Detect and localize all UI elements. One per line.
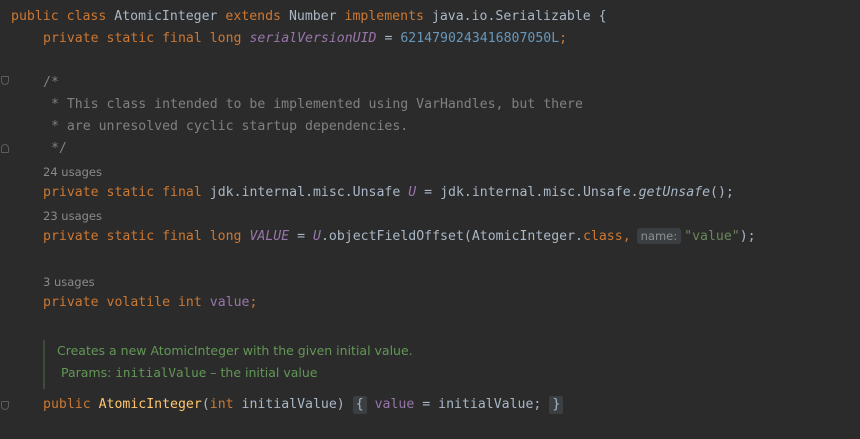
equals-sign: = [384, 31, 393, 46]
rendered-javadoc[interactable]: Creates a new AtomicInteger with the giv… [43, 340, 413, 389]
semicolon: ; [559, 31, 568, 46]
value-field: value [209, 295, 250, 310]
folded-close-brace[interactable]: } [549, 396, 564, 414]
comment-line-1: /* [43, 75, 59, 90]
fold-comment-start-icon[interactable] [1, 76, 9, 85]
keyword-public: public [11, 9, 59, 24]
keyword-class: class [66, 9, 107, 24]
param-name: initialValue) [233, 397, 345, 412]
fold-method-icon[interactable] [1, 401, 9, 410]
constructor-line: public AtomicInteger(int initialValue) {… [43, 396, 564, 414]
equals-sign: = [297, 229, 306, 244]
value-field-ref: value [374, 397, 415, 412]
assignment: = initialValue; [414, 397, 542, 412]
call-end: (); [710, 185, 734, 200]
keyword-public: public [43, 397, 91, 412]
unsafe-field-line: private static final jdk.internal.misc.U… [43, 184, 734, 202]
editor-gutter [0, 0, 12, 439]
constructor-name: AtomicInteger [98, 397, 202, 412]
javadoc-param-name: initialValue [115, 365, 207, 380]
comment-line-3: * are unresolved cyclic startup dependen… [43, 119, 409, 134]
unsafe-class-ref: jdk.internal.misc.Unsafe. [440, 185, 639, 200]
serial-version-line: private static final long serialVersionU… [43, 30, 567, 48]
comment-line-2: * This class intended to be implemented … [43, 97, 583, 112]
class-declaration-line: public class AtomicInteger extends Numbe… [11, 8, 607, 26]
serial-version-value: 6214790243416807050L [400, 31, 560, 46]
interface-name: java.io.Serializable [431, 9, 591, 24]
param-type: int [209, 397, 234, 412]
usages-hint-unsafe[interactable]: 24 usages [43, 164, 102, 180]
keyword-extends: extends [225, 9, 281, 24]
fold-comment-end-icon[interactable] [1, 144, 9, 153]
unsafe-type: jdk.internal.misc.Unsafe [209, 185, 401, 200]
value-offset-line: private static final long VALUE = U.obje… [43, 228, 756, 246]
value-field-line: private volatile int value; [43, 294, 257, 312]
modifiers: private static final [43, 185, 202, 200]
javadoc-params: Params: initialValue – the initial value [57, 362, 413, 384]
usages-hint-value-offset[interactable]: 23 usages [43, 208, 102, 224]
get-unsafe-method: getUnsafe [638, 185, 711, 200]
serial-version-uid-field: serialVersionUID [249, 31, 377, 46]
string-literal: "value" [684, 229, 740, 244]
object-field-offset-call: .objectFieldOffset(AtomicInteger. [320, 229, 583, 244]
folded-open-brace[interactable]: { [352, 396, 367, 414]
modifiers: private static final long [43, 31, 242, 46]
semicolon: ; [249, 295, 258, 310]
comma: , [622, 229, 631, 244]
javadoc-params-label: Params: [60, 365, 112, 380]
unsafe-field: U [408, 185, 417, 200]
comment-line-4: */ [43, 141, 67, 156]
modifiers: private static final long [43, 229, 242, 244]
javadoc-description: Creates a new AtomicInteger with the giv… [57, 343, 413, 358]
keyword-implements: implements [344, 9, 424, 24]
open-paren: ( [201, 397, 210, 412]
parameter-name-hint: name: [636, 228, 682, 244]
parent-class: Number [288, 9, 337, 24]
usages-hint-value[interactable]: 3 usages [43, 274, 95, 290]
equals-sign: = [424, 185, 433, 200]
keyword-class: class [582, 229, 623, 244]
value-offset-field: VALUE [249, 229, 290, 244]
modifiers: private volatile int [43, 295, 202, 310]
unsafe-ref: U [313, 229, 321, 244]
class-name: AtomicInteger [114, 9, 218, 24]
open-brace: { [598, 9, 607, 24]
call-end: ); [739, 229, 756, 244]
javadoc-param-desc: – the initial value [206, 365, 318, 380]
